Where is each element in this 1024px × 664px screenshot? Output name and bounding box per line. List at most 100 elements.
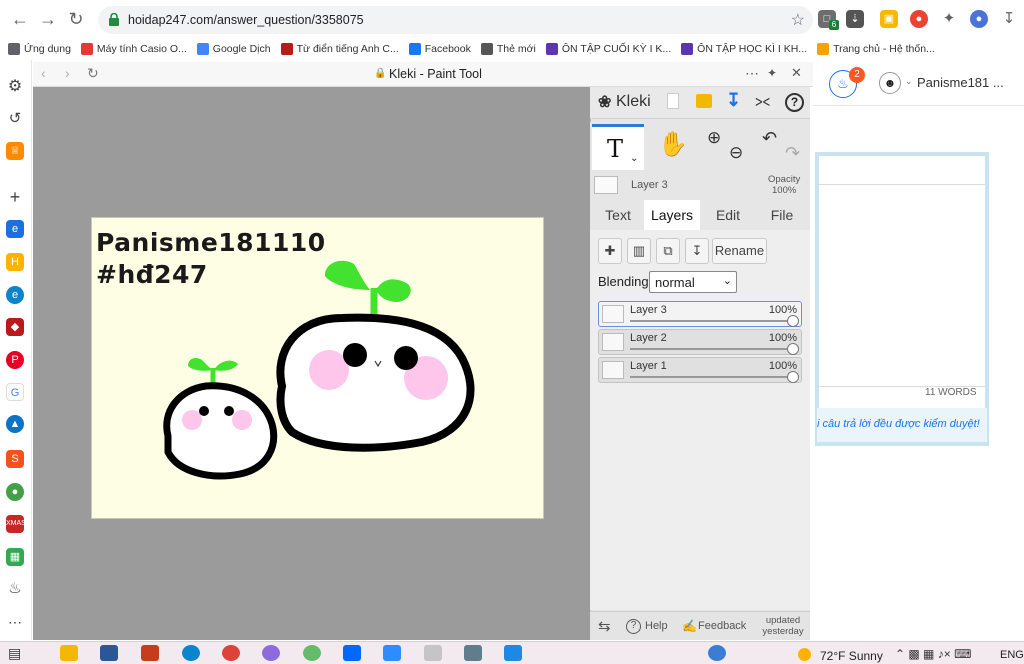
app-icon-green[interactable]: ● — [6, 483, 24, 501]
profile-avatar-icon[interactable]: ● — [970, 10, 988, 28]
app-icon-purple[interactable] — [262, 645, 280, 661]
zoom-in-icon[interactable]: ⊕ — [707, 128, 721, 148]
tab-edit[interactable]: Edit — [706, 200, 750, 230]
layer-row[interactable]: Layer 2 100% — [598, 329, 802, 355]
blending-select[interactable]: normal ⌄ — [649, 271, 737, 293]
help-icon[interactable]: ? — [785, 93, 804, 112]
edge-icon[interactable]: e — [6, 286, 24, 304]
weather-text[interactable]: 72°F Sunny — [820, 649, 883, 663]
zalo-icon[interactable] — [343, 645, 361, 661]
bookmark-item[interactable]: ÔN TẬP CUỐI KỲ I K... — [545, 43, 671, 55]
sheets-icon[interactable]: ▦ — [6, 548, 24, 566]
google-icon[interactable]: G — [6, 383, 24, 401]
duplicate-layer-button[interactable]: ⧉ — [656, 238, 680, 264]
bell-icon[interactable]: ♨ — [6, 580, 24, 598]
forward-icon[interactable]: → — [38, 9, 58, 29]
hand-tool-icon[interactable]: ✋ — [658, 130, 688, 159]
store-icon[interactable] — [100, 645, 118, 661]
pinterest-icon[interactable]: P — [6, 351, 24, 369]
slider-handle[interactable] — [787, 315, 799, 327]
download-icon[interactable]: ↧ — [726, 90, 741, 111]
support-icon[interactable]: ▲ — [6, 415, 24, 433]
reload-icon[interactable]: ↻ — [87, 65, 99, 82]
tab-text[interactable]: Text — [596, 200, 640, 230]
merge-layer-button[interactable]: ↧ — [685, 238, 709, 264]
download-ext-icon[interactable]: ⇣ — [846, 10, 864, 28]
tab-layers[interactable]: Layers — [644, 200, 700, 230]
close-icon[interactable]: ✕ — [791, 65, 802, 81]
avatar[interactable]: ☻ — [879, 72, 901, 94]
slider-handle[interactable] — [787, 371, 799, 383]
bookmark-item[interactable]: Facebook — [408, 43, 471, 55]
slider-handle[interactable] — [787, 343, 799, 355]
add-icon[interactable]: + — [6, 188, 24, 206]
bookmark-item[interactable]: Máy tính Casio O... — [80, 43, 187, 55]
back-icon[interactable]: ← — [10, 9, 30, 29]
shopee-icon[interactable]: S — [6, 450, 24, 468]
app-icon-green[interactable] — [303, 645, 321, 661]
zoom-out-icon[interactable]: ⊖ — [729, 143, 743, 163]
tray-icons[interactable]: ⌃ ▩ ▦ ♪× ⌨ — [895, 647, 971, 661]
swap-icon[interactable]: ⇆ — [598, 617, 611, 635]
redo-icon[interactable]: ↷ — [785, 143, 800, 164]
file-explorer-icon[interactable] — [60, 645, 78, 661]
reload-icon[interactable]: ↻ — [66, 9, 86, 29]
taskview-icon[interactable]: ▤ — [8, 645, 21, 662]
edge-icon[interactable] — [182, 645, 200, 661]
chevron-down-icon[interactable]: ⌄ — [905, 76, 913, 87]
bookmark-item[interactable]: Trang chủ - Hệ thốn... — [817, 43, 935, 55]
more-icon[interactable]: ⋯ — [745, 65, 759, 82]
zoom-icon[interactable] — [383, 645, 401, 661]
help-icon[interactable] — [708, 645, 726, 661]
answer-editor[interactable]: 11 WORDS i câu trả lời đều được kiểm duy… — [815, 152, 989, 446]
layer-opacity-slider[interactable] — [630, 376, 792, 378]
bookmark-item[interactable]: Ứng dụng — [8, 43, 71, 55]
dictionary-icon[interactable]: ◆ — [6, 318, 24, 336]
forward-icon[interactable]: › — [65, 65, 70, 81]
color-ext-icon[interactable]: ● — [910, 10, 928, 28]
help-button[interactable]: Help — [645, 620, 668, 632]
history-icon[interactable]: ↺ — [6, 110, 24, 128]
layer-opacity-slider[interactable] — [630, 320, 792, 322]
bookmark-label: Thẻ mới — [496, 43, 536, 55]
bookmark-item[interactable]: Từ điển tiếng Anh C... — [280, 43, 399, 55]
more-icon[interactable]: ⋯ — [6, 613, 24, 631]
open-folder-icon[interactable] — [696, 94, 712, 108]
star-icon[interactable]: ☆ — [791, 10, 805, 30]
text-tool-button[interactable]: T ⌄ — [592, 124, 644, 170]
feedback-button[interactable]: Feedback — [698, 620, 746, 632]
app-icon-h[interactable]: H — [6, 253, 24, 271]
notes-ext-icon[interactable]: ▣ — [880, 10, 898, 28]
crown-icon[interactable]: ♕ — [6, 142, 24, 160]
puzzle-icon[interactable]: ✦ — [940, 10, 958, 28]
powerpoint-icon[interactable] — [141, 645, 159, 661]
username[interactable]: Panisme181 ... — [917, 75, 1004, 90]
back-icon[interactable]: ‹ — [41, 65, 46, 81]
language-indicator[interactable]: ENG — [1000, 649, 1024, 661]
paint-icon[interactable] — [424, 645, 442, 661]
tab-file[interactable]: File — [760, 200, 804, 230]
xmas-icon[interactable]: XMAS — [6, 515, 26, 533]
rename-button[interactable]: Rename — [712, 238, 767, 264]
chrome-icon[interactable] — [222, 645, 240, 661]
bookmark-item[interactable]: ÔN TẬP HỌC KÌ I KH... — [681, 43, 807, 55]
gear-icon[interactable]: ⚙ — [6, 78, 24, 96]
share-icon[interactable]: ⪥ — [755, 91, 770, 111]
new-file-icon[interactable] — [667, 93, 679, 109]
pin-icon[interactable]: ✦ — [767, 66, 777, 80]
layer-opacity-slider[interactable] — [630, 348, 792, 350]
bookmark-item[interactable]: Thẻ mới — [480, 43, 536, 55]
download-icon[interactable]: ↧ — [1000, 10, 1018, 28]
layer-row[interactable]: Layer 1 100% — [598, 357, 802, 383]
photos-icon[interactable] — [504, 645, 522, 661]
add-layer-button[interactable]: ✚ — [598, 238, 622, 264]
bookmark-item[interactable]: Google Dịch — [196, 43, 271, 55]
app-icon-gray[interactable] — [464, 645, 482, 661]
drawing-canvas[interactable]: Panisme181110 #hđ247 — [91, 217, 544, 519]
undo-icon[interactable]: ↶ — [762, 128, 777, 149]
chevron-down-icon[interactable]: ⌄ — [630, 153, 638, 164]
app-icon-1[interactable]: e — [6, 220, 24, 238]
delete-layer-button[interactable]: ▥ — [627, 238, 651, 264]
layer-row[interactable]: Layer 3 100% — [598, 301, 802, 327]
address-bar[interactable]: hoidap247.com/answer_question/3358075 ☆ — [98, 6, 813, 34]
